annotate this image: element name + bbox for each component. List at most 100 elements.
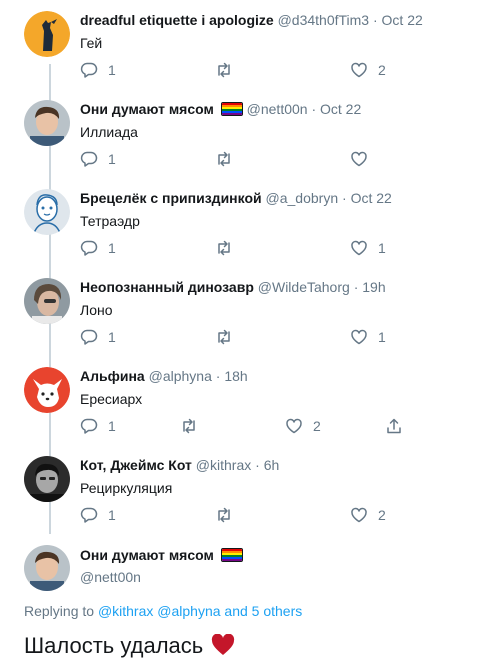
replying-prefix: Replying to	[24, 603, 95, 619]
action-bar: 1	[80, 150, 410, 168]
action-bar: 1 2	[80, 417, 410, 435]
tweet-text: Гей	[80, 35, 103, 51]
user-handle[interactable]: @a_dobryn	[266, 190, 339, 206]
action-bar: 1 1	[80, 239, 410, 257]
separator-dot: ·	[311, 101, 317, 117]
replying-users-link[interactable]: @kithrax @alphyna	[98, 603, 221, 619]
replying-to: Replying to @kithrax @alphyna and 5 othe…	[24, 603, 302, 619]
avatar[interactable]	[24, 11, 70, 57]
timestamp[interactable]: 19h	[362, 279, 385, 295]
tweet-text: Рециркуляция	[80, 480, 173, 496]
retweet-button[interactable]	[215, 506, 243, 524]
display-name[interactable]: Кот, Джеймс Кот	[80, 457, 192, 473]
retweet-button[interactable]	[215, 328, 243, 346]
reply-icon	[80, 240, 98, 256]
like-button[interactable]: 2	[350, 61, 386, 79]
reply-icon	[80, 329, 98, 345]
reply-button[interactable]: 1	[80, 150, 116, 168]
rainbow-flag-emoji	[220, 102, 243, 116]
retweet-button[interactable]	[215, 61, 243, 79]
timestamp[interactable]: Oct 22	[351, 190, 392, 206]
user-handle[interactable]: @nett00n	[80, 568, 470, 586]
reply-count: 1	[108, 329, 116, 345]
timestamp[interactable]: 6h	[264, 457, 280, 473]
retweet-button[interactable]	[215, 150, 243, 168]
heart-icon	[351, 151, 367, 167]
avatar[interactable]	[24, 189, 70, 235]
reply-button[interactable]: 1	[80, 417, 116, 435]
reply-icon	[80, 418, 98, 434]
like-count: 2	[313, 418, 321, 434]
reply-icon	[80, 507, 98, 523]
retweet-icon	[218, 62, 230, 78]
reply-count: 1	[108, 418, 116, 434]
share-button[interactable]	[385, 417, 403, 435]
like-count: 1	[378, 240, 386, 256]
display-name[interactable]: Они думают мясом	[80, 101, 214, 117]
tweet-text: Иллиада	[80, 124, 138, 140]
heart-icon	[286, 418, 302, 434]
main-tweet-text: Шалость удалась	[24, 631, 235, 664]
timestamp[interactable]: Oct 22	[320, 101, 361, 117]
separator-dot: ·	[215, 368, 221, 384]
reply-count: 1	[108, 151, 116, 167]
reply-icon	[80, 151, 98, 167]
like-button[interactable]: 1	[350, 328, 386, 346]
user-handle[interactable]: @kithrax	[196, 457, 251, 473]
separator-dot: ·	[353, 279, 359, 295]
user-handle[interactable]: @WildeTahorg	[258, 279, 350, 295]
reply-icon	[80, 62, 98, 78]
user-handle[interactable]: @nett00n	[247, 101, 308, 117]
like-button[interactable]: 2	[350, 506, 386, 524]
display-name[interactable]: Альфина	[80, 368, 145, 384]
avatar[interactable]	[24, 278, 70, 324]
timestamp[interactable]: Oct 22	[382, 12, 423, 28]
reply-button[interactable]: 1	[80, 328, 116, 346]
replying-others-link[interactable]: and 5 others	[224, 603, 302, 619]
like-button[interactable]: 2	[285, 417, 321, 435]
reply-count: 1	[108, 507, 116, 523]
heart-icon	[351, 240, 367, 256]
action-bar: 1 1	[80, 328, 410, 346]
reply-count: 1	[108, 62, 116, 78]
display-name[interactable]: dreadful etiquette i apologize	[80, 12, 274, 28]
display-name[interactable]: Неопознанный динозавр	[80, 279, 254, 295]
separator-dot: ·	[342, 190, 347, 206]
display-name[interactable]: Брецелёк с припиздинкой	[80, 190, 262, 206]
retweet-icon	[218, 151, 230, 167]
like-count: 2	[378, 62, 386, 78]
avatar[interactable]	[24, 100, 70, 146]
reply-button[interactable]: 1	[80, 61, 116, 79]
heart-icon	[351, 329, 367, 345]
like-button[interactable]: 1	[350, 239, 386, 257]
tweet-text: Ересиарх	[80, 391, 143, 407]
retweet-button[interactable]	[180, 417, 208, 435]
reply-button[interactable]: 1	[80, 506, 116, 524]
action-bar: 1 2	[80, 506, 410, 524]
heart-icon	[351, 507, 367, 523]
separator-dot: ·	[255, 457, 260, 473]
red-heart-emoji	[211, 633, 235, 664]
retweet-icon	[218, 240, 230, 256]
separator-dot: ·	[372, 12, 378, 28]
avatar[interactable]	[24, 545, 70, 591]
like-button[interactable]	[350, 150, 378, 168]
user-handle[interactable]: @alphyna	[149, 368, 212, 384]
display-name[interactable]: Они думают мясом	[80, 547, 214, 563]
main-tweet-body: Шалость удалась	[24, 633, 204, 658]
avatar[interactable]	[24, 367, 70, 413]
retweet-button[interactable]	[215, 239, 243, 257]
timestamp[interactable]: 18h	[224, 368, 247, 384]
user-handle[interactable]: @d34th0fTim3	[278, 12, 370, 28]
avatar[interactable]	[24, 456, 70, 502]
heart-icon	[351, 62, 367, 78]
retweet-icon	[218, 329, 230, 345]
retweet-icon	[183, 418, 195, 434]
share-icon	[387, 418, 401, 434]
tweet-text: Тетраэдр	[80, 213, 140, 229]
reply-count: 1	[108, 240, 116, 256]
rainbow-flag-emoji	[220, 548, 243, 562]
reply-button[interactable]: 1	[80, 239, 116, 257]
action-bar: 1 2	[80, 61, 410, 79]
like-count: 1	[378, 329, 386, 345]
